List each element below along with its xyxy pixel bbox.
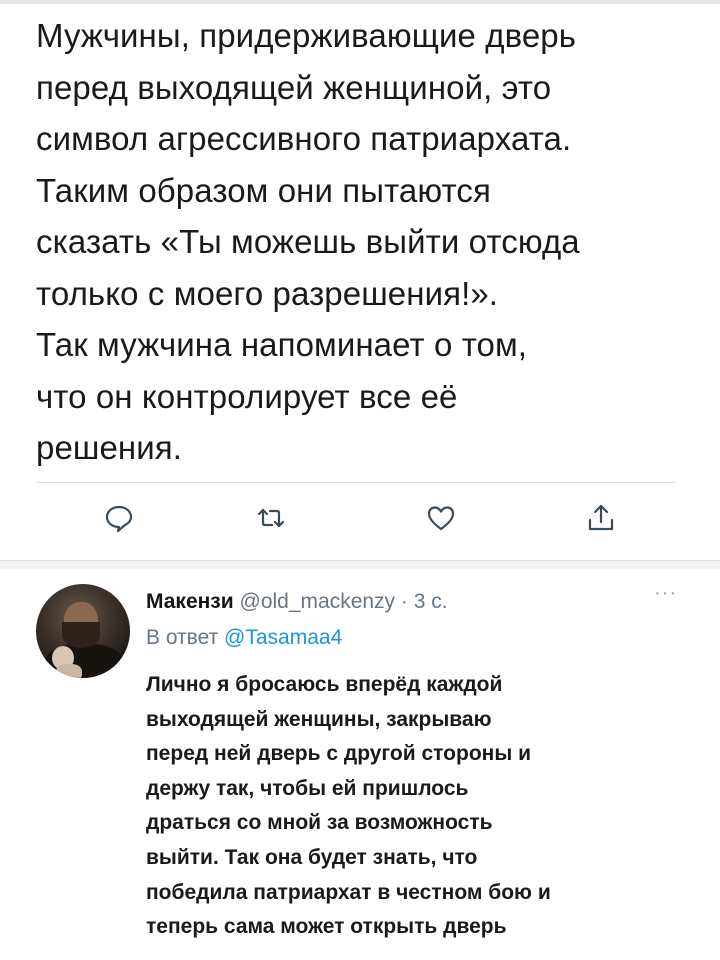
section-divider (0, 560, 720, 569)
tweet-line: символ агрессивного патриархата. (36, 120, 572, 157)
tweet-line: Таким образом они пытаются (36, 171, 491, 209)
tweet-actions (0, 498, 720, 548)
reply-line: выходящей женщины, закрываю (146, 707, 492, 731)
reply-line: держу так, чтобы ей пришлось (146, 776, 469, 800)
tweet-text: Мужчины, придерживающие дверь перед выхо… (36, 10, 696, 474)
author-handle[interactable]: @old_mackenzy (240, 590, 396, 613)
reply-line: драться со мной за возможность (146, 811, 493, 835)
reply-line: Лично я бросаюсь вперёд каждой (146, 673, 503, 696)
author-name[interactable]: Макензи (146, 590, 234, 613)
tweet-line: перед выходящей женщиной, это (36, 68, 552, 106)
tweet-line: Так мужчина напоминает о том, (36, 326, 528, 363)
tweet-line: только с моего разрешения!». (36, 274, 499, 312)
reply-to-mention[interactable]: @Tasamaa4 (224, 626, 342, 649)
reply-to-prefix: В ответ (146, 626, 225, 649)
reply-line: теперь сама может открыть дверь (146, 915, 507, 939)
reply-text: Лично я бросаюсь вперёд каждой выходящей… (146, 668, 686, 945)
share-button[interactable] (581, 498, 621, 538)
tweet-line: что он контролирует все её (36, 377, 458, 415)
tweet-line: сказать «Ты можешь выйти отсюда (36, 223, 580, 260)
share-icon (588, 504, 614, 531)
avatar-child-body (56, 664, 82, 678)
more-options-icon[interactable]: ··· (654, 582, 677, 605)
reply-header: Макензи @old_mackenzy · 3 с. (146, 590, 448, 614)
reply-icon (105, 505, 133, 533)
timestamp[interactable]: 3 с. (414, 590, 448, 613)
reply-line: победила патриархат в честном бою и (146, 880, 551, 904)
reply-line: выйти. Так она будет знать, что (146, 845, 478, 869)
like-icon (427, 506, 455, 531)
like-button[interactable] (421, 498, 461, 538)
reply-to: В ответ @Tasamaa4 (146, 626, 342, 650)
top-edge (0, 0, 720, 4)
tweet-line: Мужчины, придерживающие дверь (36, 17, 577, 54)
retweet-button[interactable] (251, 498, 291, 538)
reply-tweet[interactable]: Макензи @old_mackenzy · 3 с. ··· В ответ… (0, 570, 720, 960)
tweet-line: решения. (36, 429, 183, 466)
separator: · (395, 590, 414, 613)
reply-button[interactable] (99, 498, 139, 538)
reply-line: перед ней дверь с другой стороны и (146, 742, 532, 766)
divider (36, 482, 676, 483)
avatar[interactable] (36, 584, 130, 678)
retweet-icon (257, 508, 285, 528)
avatar-beard (62, 622, 100, 648)
